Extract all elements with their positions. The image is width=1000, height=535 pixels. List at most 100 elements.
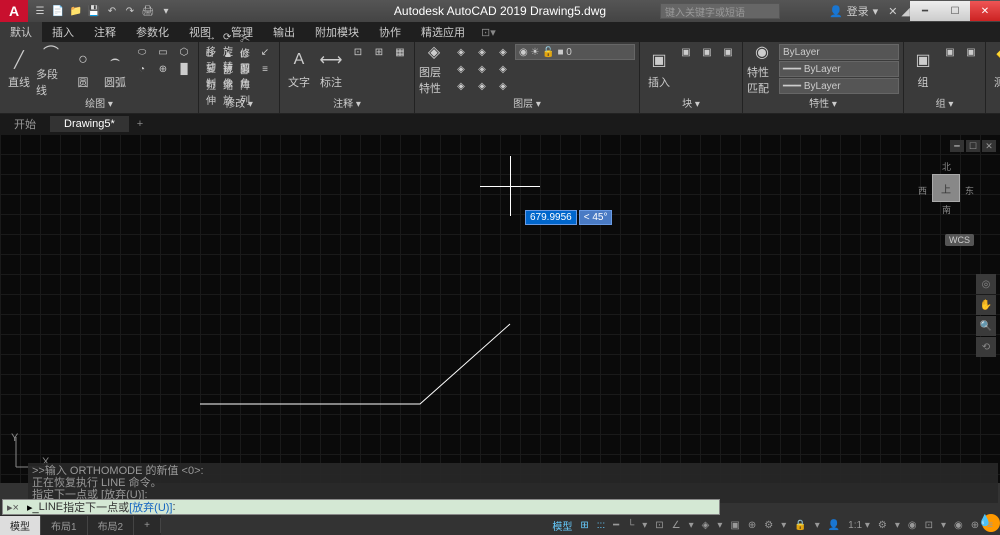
tab-featured[interactable]: 精选应用 (411, 22, 475, 42)
status-toggle[interactable]: ⊞ (577, 518, 591, 533)
ribbon-small-button[interactable]: ↙ (255, 44, 275, 60)
ribbon-small-button[interactable]: ⇔ 拉伸 (203, 78, 219, 94)
ribbon-small-button[interactable]: ◈ (472, 78, 492, 94)
status-toggle[interactable]: 👤 (825, 518, 843, 533)
ribbon-button[interactable]: ⌒多段线 (36, 44, 66, 94)
ribbon-small-button[interactable]: ◈ (451, 61, 471, 77)
ribbon-small-button[interactable]: ⬭ (132, 44, 152, 60)
status-toggle[interactable]: ∠ (669, 518, 684, 533)
status-toggle[interactable]: ⊡ (652, 518, 666, 533)
ribbon-button[interactable]: ╱直线 (4, 44, 34, 94)
status-toggle[interactable]: ⊕ (745, 518, 759, 533)
layout2-tab[interactable]: 布局2 (88, 516, 135, 535)
status-toggle[interactable]: ⊡ (922, 518, 936, 533)
ribbon-small-button[interactable]: ▣ (697, 44, 717, 60)
model-tab[interactable]: 模型 (0, 516, 41, 535)
status-toggle[interactable]: ▾ (714, 518, 725, 533)
ribbon-small-button[interactable]: ▣ (961, 44, 981, 60)
close-button[interactable]: ✕ (970, 1, 1000, 21)
status-toggle[interactable]: ━ (610, 518, 622, 533)
ribbon-button[interactable]: ⟷标注 (316, 44, 346, 94)
ribbon-small-button[interactable]: ⊞ (369, 44, 389, 60)
status-toggle[interactable]: ▾ (812, 518, 823, 533)
tab-default[interactable]: 默认 (0, 22, 42, 42)
ribbon-small-button[interactable]: ◈ (493, 78, 513, 94)
qat-new-icon[interactable]: 📄 (50, 3, 66, 19)
status-toggle[interactable]: ⚙ (761, 518, 776, 533)
qat-open-icon[interactable]: 📁 (68, 3, 84, 19)
angle-field[interactable]: < 45° (579, 210, 613, 225)
ribbon-small-button[interactable]: ◈ (451, 44, 471, 60)
property-combo[interactable]: ByLayer (779, 44, 899, 60)
cmdline-icon[interactable]: ▸× (7, 501, 27, 514)
ribbon-small-button[interactable]: ⊞ 阵列 (237, 78, 253, 94)
layout1-tab[interactable]: 布局1 (41, 516, 88, 535)
ribbon-small-button[interactable]: ◈ (493, 61, 513, 77)
ribbon-small-button[interactable]: ▣ (940, 44, 960, 60)
cloud-icon[interactable]: ◢ (901, 5, 909, 18)
ribbon-small-button[interactable]: ⊕ (153, 61, 173, 77)
ribbon-small-button[interactable]: ◈ (472, 61, 492, 77)
ribbon-button[interactable]: ▣插入 (644, 44, 674, 94)
ribbon-small-button[interactable]: ⬡ (174, 44, 194, 60)
ribbon-small-button[interactable]: ▣ (718, 44, 738, 60)
panel-title[interactable]: 注释 ▾ (284, 94, 410, 111)
tab-annotate[interactable]: 注释 (84, 22, 126, 42)
status-toggle[interactable]: ▾ (639, 518, 650, 533)
property-combo[interactable]: ━━━ ByLayer (779, 61, 899, 77)
tab-output[interactable]: 输出 (263, 22, 305, 42)
ribbon-small-button[interactable]: ▣ (676, 44, 696, 60)
ribbon-small-button[interactable]: ▭ (153, 44, 173, 60)
minimize-button[interactable]: ━ (910, 1, 940, 21)
status-toggle[interactable]: ◉ (951, 518, 966, 533)
status-toggle[interactable]: ◈ (699, 518, 713, 533)
status-toggle[interactable]: ⚙ (875, 518, 890, 533)
user-menu[interactable]: 👤 登录 ▾ ✕ ◢ ? (829, 3, 920, 19)
layer-combo[interactable]: ◉ ☀ 🔓 ■ 0 (515, 44, 635, 60)
nav-orbit-icon[interactable]: ⟲ (976, 337, 996, 357)
status-toggle[interactable]: ▾ (686, 518, 697, 533)
status-toggle[interactable]: ▾ (892, 518, 903, 533)
ribbon-button[interactable]: A文字 (284, 44, 314, 94)
ribbon-button[interactable]: ▣组 (908, 44, 938, 94)
panel-title[interactable]: 特性 ▾ (747, 94, 899, 111)
tab-addins[interactable]: 附加模块 (305, 22, 369, 42)
qat-undo-icon[interactable]: ↶ (104, 3, 120, 19)
qat-dropdown-icon[interactable]: ▾ (158, 3, 174, 19)
ribbon-small-button[interactable]: ≡ (255, 61, 275, 77)
panel-title[interactable]: 组 ▾ (908, 94, 981, 111)
ribbon-button[interactable]: ⌢圆弧 (100, 44, 130, 94)
status-toggle[interactable]: └ (624, 518, 637, 533)
panel-title[interactable]: 实用工具 ▾ (990, 94, 1000, 111)
add-layout-button[interactable]: + (134, 518, 161, 533)
app-logo[interactable]: A (0, 0, 28, 22)
tab-parametric[interactable]: 参数化 (126, 22, 179, 42)
status-toggle[interactable]: 🔒 (791, 518, 809, 533)
cmd-option[interactable]: [放弃(U)] (129, 499, 172, 515)
new-tab-button[interactable]: + (129, 116, 151, 132)
viewcube[interactable]: 上 北 南 东 西 (916, 158, 976, 218)
ribbon-small-button[interactable]: ▦ (390, 44, 410, 60)
ribbon-small-button[interactable]: ◈ (472, 44, 492, 60)
ribbon-small-button[interactable]: ◔ (132, 61, 152, 77)
status-toggle[interactable]: ▾ (778, 518, 789, 533)
drawing-canvas[interactable]: ━ ☐ ✕ 679.9956 < 45° 上 北 南 东 西 WCS ◎ ✋ 🔍… (0, 134, 1000, 483)
panel-title[interactable]: 绘图 ▾ (4, 94, 194, 111)
property-combo[interactable]: ━━━ ByLayer (779, 78, 899, 94)
status-toggle[interactable]: 模型 (549, 516, 575, 535)
ribbon-small-button[interactable]: ◈ (451, 78, 471, 94)
qat-save-icon[interactable]: 💾 (86, 3, 102, 19)
tab-collaborate[interactable]: 协作 (369, 22, 411, 42)
wcs-badge[interactable]: WCS (945, 234, 974, 246)
ribbon-small-button[interactable]: █ (174, 61, 194, 77)
viewcube-south[interactable]: 南 (942, 203, 951, 216)
status-toggle[interactable]: ◉ (905, 518, 920, 533)
qat-print-icon[interactable]: 🖨 (140, 3, 156, 19)
panel-title[interactable]: 块 ▾ (644, 94, 738, 111)
ribbon-small-button[interactable]: ⊡ (348, 44, 368, 60)
status-toggle[interactable]: ▣ (727, 518, 742, 533)
viewcube-west[interactable]: 西 (918, 184, 927, 197)
maximize-button[interactable]: ☐ (940, 1, 970, 21)
nav-wheel-icon[interactable]: ◎ (976, 274, 996, 294)
tab-options-icon[interactable]: ⊡▾ (475, 24, 502, 41)
